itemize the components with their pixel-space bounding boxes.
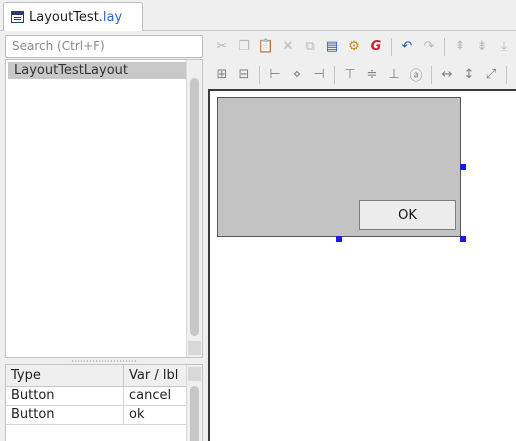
- design-canvas[interactable]: OK: [208, 89, 516, 441]
- distribute-icon[interactable]: ⇹: [512, 65, 516, 85]
- align-top-icon[interactable]: ⊤: [340, 65, 360, 85]
- align-right-icon[interactable]: ⊣: [309, 65, 329, 85]
- resize-handle-bottom-right[interactable]: [460, 236, 466, 242]
- same-size-icon[interactable]: ⤢: [481, 65, 501, 85]
- align-baseline-icon[interactable]: ⓐ: [406, 65, 426, 85]
- toolbar-separator: [431, 65, 432, 84]
- editor-tab-strip: LayoutTest.lay: [0, 0, 516, 31]
- paste-icon[interactable]: 📋: [256, 37, 276, 57]
- table-cell-type: Button: [6, 387, 124, 406]
- component-table: Type Var / lbl Button cancel Button ok: [5, 364, 203, 441]
- layout-file-icon: [11, 11, 24, 23]
- tab-file-name: LayoutTest: [29, 9, 99, 25]
- move-down-icon[interactable]: ⇟: [472, 37, 492, 57]
- same-height-icon[interactable]: ↕: [459, 65, 479, 85]
- table-row[interactable]: Button ok: [6, 406, 186, 425]
- align-left-icon[interactable]: ⊢: [265, 65, 285, 85]
- tree-item-layouttestlayout[interactable]: LayoutTestLayout: [8, 62, 186, 79]
- align-vcenter-icon[interactable]: ≑: [362, 65, 382, 85]
- align-hcenter-frame-icon[interactable]: ⊞: [212, 65, 232, 85]
- tree-scrollbar-down-arrow[interactable]: [188, 341, 201, 355]
- tab-label: LayoutTest.lay: [29, 10, 122, 25]
- splitter-grip: [71, 360, 137, 362]
- table-row[interactable]: Button cancel: [6, 387, 186, 406]
- tree-scrollbar[interactable]: [186, 60, 202, 357]
- tree-scrollbar-thumb[interactable]: [190, 78, 199, 336]
- column-header-var-lbl[interactable]: Var / lbl: [124, 365, 186, 387]
- layout-tree: LayoutTestLayout: [5, 59, 203, 358]
- table-cell-type: Button: [6, 406, 124, 425]
- toolbar-separator: [334, 65, 335, 84]
- edit-toolbar: ✂ ❐ 📋 ✕ ⧉ ▤ ⚙ G ↶ ↷ ⇞ ⇟ ⤓: [208, 33, 516, 60]
- toolbar-separator: [259, 65, 260, 84]
- cut-icon[interactable]: ✂: [212, 37, 232, 57]
- undo-icon[interactable]: ↶: [397, 37, 417, 57]
- search-input[interactable]: Search (Ctrl+F): [5, 35, 203, 58]
- toolbar-separator: [506, 65, 507, 84]
- table-scrollbar-thumb[interactable]: [190, 386, 199, 441]
- same-width-icon[interactable]: ↔: [437, 65, 457, 85]
- align-bottom-icon[interactable]: ⊥: [384, 65, 404, 85]
- generate-code-icon[interactable]: G: [366, 37, 386, 57]
- column-header-type[interactable]: Type: [6, 365, 124, 387]
- toolbar-separator: [391, 37, 392, 56]
- alignment-toolbar: ⊞ ⊟ ⊢ ⋄ ⊣ ⊤ ≑ ⊥ ⓐ ↔ ↕ ⤢ ⇹: [208, 61, 516, 88]
- copy-icon[interactable]: ❐: [234, 37, 254, 57]
- resize-handle-bottom[interactable]: [336, 236, 342, 242]
- table-scrollbar-up-arrow[interactable]: [188, 367, 201, 381]
- table-cell-var: ok: [129, 407, 145, 422]
- move-up-icon[interactable]: ⇞: [450, 37, 470, 57]
- ok-button[interactable]: OK: [359, 200, 456, 230]
- delete-icon[interactable]: ✕: [278, 37, 298, 57]
- table-scrollbar[interactable]: [186, 365, 202, 441]
- table-header: Type Var / lbl: [6, 365, 186, 387]
- tab-layouttest[interactable]: LayoutTest.lay: [3, 2, 143, 31]
- page-icon[interactable]: ▤: [322, 37, 342, 57]
- tab-file-extension: .lay: [98, 9, 123, 25]
- redo-icon[interactable]: ↷: [419, 37, 439, 57]
- align-vcenter-frame-icon[interactable]: ⊟: [234, 65, 254, 85]
- align-hcenter-icon[interactable]: ⋄: [287, 65, 307, 85]
- move-last-icon[interactable]: ⤓: [494, 37, 514, 57]
- toolbar-separator: [444, 37, 445, 56]
- resize-handle-right[interactable]: [460, 164, 466, 170]
- table-cell-var: cancel: [129, 388, 172, 403]
- properties-icon[interactable]: ⚙: [344, 37, 364, 57]
- layout-panel[interactable]: OK: [217, 97, 461, 237]
- replace-icon[interactable]: ⧉: [300, 37, 320, 57]
